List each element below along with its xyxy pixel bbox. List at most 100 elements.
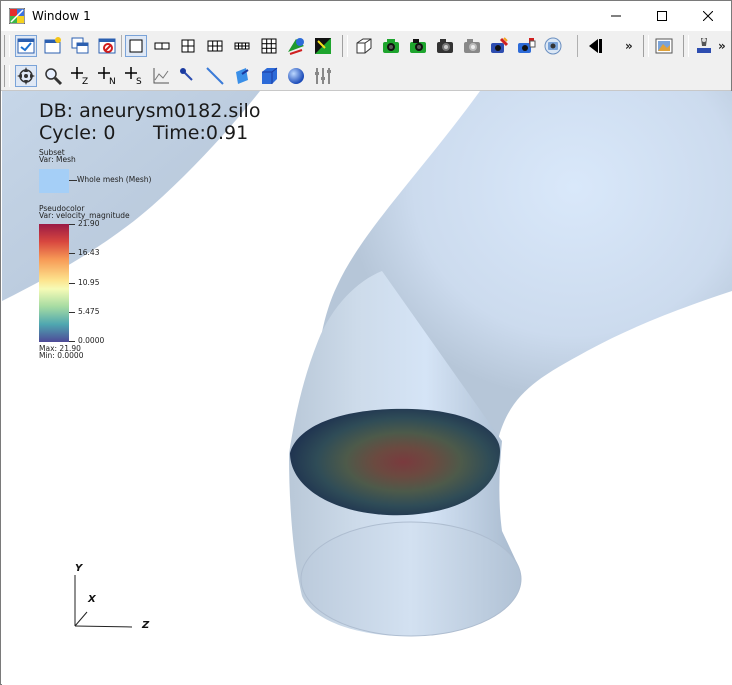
view-3d-icon — [356, 38, 372, 54]
layout-1x1-button[interactable] — [125, 35, 147, 57]
toolbar-grip[interactable] — [342, 35, 348, 57]
layout-1x2-icon — [154, 42, 170, 50]
clone-window-button[interactable] — [69, 35, 91, 57]
new-window-button[interactable] — [42, 35, 64, 57]
copy-view-button[interactable] — [515, 35, 537, 57]
visit-window: Window 1 » » Z N S DB: aneurysm0182.silo… — [0, 0, 732, 685]
db-label: DB: aneurysm0182.silo — [39, 100, 261, 122]
colorbar-tick — [69, 341, 75, 342]
colorbar-label: 10.95 — [78, 278, 100, 287]
active-window-icon — [17, 38, 35, 54]
zone-pick-button[interactable]: Z — [69, 65, 91, 87]
colorbar-tick — [69, 253, 75, 254]
layout-2x3-icon — [207, 40, 223, 52]
zoom-button[interactable] — [42, 65, 64, 87]
camera-green2-button[interactable] — [407, 35, 429, 57]
sphere-tool-icon — [288, 68, 304, 84]
sphere-tool-button[interactable] — [285, 65, 307, 87]
annotation-button[interactable] — [653, 35, 675, 57]
save-image-button[interactable] — [434, 35, 456, 57]
interactor-icon — [697, 38, 711, 53]
cycle-label: Cycle: 0 — [39, 122, 116, 144]
z-axis-label: Z — [142, 620, 150, 631]
toolbar-separator — [121, 35, 122, 57]
colorbar-label: 5.475 — [78, 307, 100, 316]
maximize-button[interactable] — [639, 1, 685, 31]
minimize-button[interactable] — [593, 1, 639, 31]
save-image-icon — [437, 39, 453, 53]
toolbar-separator — [577, 35, 578, 57]
toolbar-overflow[interactable]: » — [625, 39, 633, 53]
zone-pick-icon: Z — [71, 67, 88, 86]
layout-1x1-icon — [129, 39, 143, 53]
lock-view-icon — [288, 38, 304, 55]
undo-view-button[interactable] — [542, 35, 564, 57]
node-pick-button[interactable]: N — [96, 65, 118, 87]
delete-window-button[interactable] — [96, 35, 118, 57]
play-button[interactable] — [584, 35, 606, 57]
interactor-button[interactable] — [693, 35, 715, 57]
layout-2x4-button[interactable] — [231, 35, 253, 57]
time-label: Time:0.91 — [153, 122, 249, 144]
window-title: Window 1 — [32, 9, 91, 23]
camera-icon — [383, 39, 399, 53]
plane-tool-icon — [236, 68, 249, 84]
title-bar[interactable]: Window 1 — [1, 1, 731, 31]
layout-3x3-icon — [261, 38, 277, 54]
colorbar-label: 21.90 — [78, 219, 100, 228]
lock-view-button[interactable] — [285, 35, 307, 57]
y-axis-label: Y — [75, 563, 83, 574]
colorbar-tick — [69, 224, 75, 225]
spreadsheet-pick-label: S — [136, 77, 142, 86]
layout-1x2-button[interactable] — [151, 35, 173, 57]
toolbar-overflow-2[interactable]: » — [718, 39, 726, 53]
close-button[interactable] — [685, 1, 731, 31]
navigate-button[interactable] — [15, 65, 37, 87]
layout-2x3-button[interactable] — [204, 35, 226, 57]
camera-icon — [410, 39, 426, 53]
colorbar-label: 0.0000 — [78, 336, 105, 345]
box-tool-button[interactable] — [258, 65, 280, 87]
layout-2x4-icon — [234, 42, 250, 50]
camera-green-button[interactable] — [380, 35, 402, 57]
spreadsheet-pick-button[interactable]: S — [123, 65, 145, 87]
render-viewport[interactable]: DB: aneurysm0182.silo Cycle: 0 Time:0.91… — [2, 91, 732, 685]
axis-restriction-button[interactable] — [312, 65, 334, 87]
new-window-icon — [44, 37, 61, 54]
colorbar — [39, 224, 69, 342]
point-tool-icon — [180, 68, 193, 81]
lineout-button[interactable] — [150, 65, 172, 87]
layout-3x3-button[interactable] — [258, 35, 280, 57]
annotation-icon — [655, 38, 673, 54]
layout-2x2-button[interactable] — [177, 35, 199, 57]
play-icon — [589, 39, 602, 53]
delete-window-icon — [98, 38, 116, 54]
subset-legend-entry: Whole mesh (Mesh) — [77, 175, 152, 184]
toolbar-grip[interactable] — [683, 35, 689, 57]
window-toolbar: » » — [1, 31, 731, 61]
box-tool-icon — [262, 67, 278, 84]
toolbar-grip[interactable] — [643, 35, 649, 57]
view-3d-button[interactable] — [353, 35, 375, 57]
node-pick-label: N — [109, 77, 116, 86]
subset-swatch — [39, 169, 69, 193]
x-axis-label: X — [88, 594, 96, 605]
copy-icon — [518, 38, 536, 53]
navigate-icon — [17, 67, 35, 85]
colorbar-tick — [69, 312, 75, 313]
line-tool-button[interactable] — [204, 65, 226, 87]
zone-pick-label: Z — [82, 77, 88, 86]
clone-window-icon — [71, 37, 89, 54]
active-window-button[interactable] — [15, 35, 37, 57]
toolbar-grip[interactable] — [4, 65, 10, 87]
lock-time-button[interactable] — [312, 35, 334, 57]
toolbar-grip[interactable] — [4, 35, 10, 57]
subset-legend-var: Var: Mesh — [39, 155, 76, 164]
print-button[interactable] — [488, 35, 510, 57]
plane-tool-button[interactable] — [231, 65, 253, 87]
close-icon — [703, 11, 713, 21]
pseudocolor-min: Min: 0.0000 — [39, 351, 84, 360]
camera-grey-button[interactable] — [461, 35, 483, 57]
point-tool-button[interactable] — [177, 65, 199, 87]
print-icon — [491, 37, 509, 53]
